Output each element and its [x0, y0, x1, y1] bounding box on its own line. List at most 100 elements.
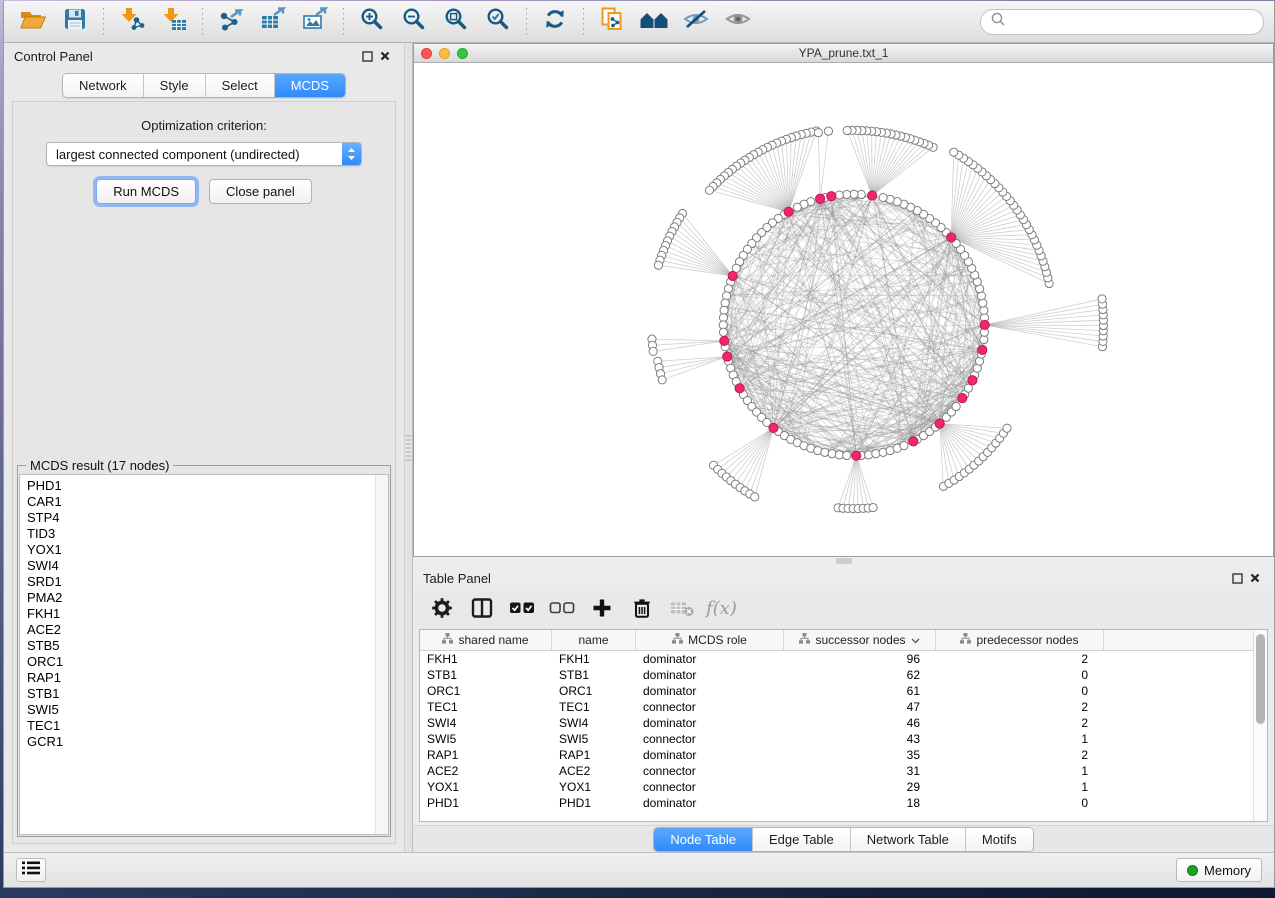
network-window-titlebar: YPA_prune.txt_1 [414, 44, 1273, 63]
open-session-button[interactable] [14, 6, 52, 38]
zoom-fit-button[interactable] [437, 6, 475, 38]
optimization-criterion-select[interactable]: largest connected component (undirected) [46, 142, 362, 166]
close-panel-button[interactable]: Close panel [209, 179, 312, 204]
mcds-result-item[interactable]: RAP1 [27, 670, 375, 686]
delete-table-icon [670, 599, 694, 622]
close-table-panel-icon[interactable] [1246, 570, 1264, 586]
control-panel: Control Panel NetworkStyleSelectMCDS Opt… [4, 43, 404, 852]
status-bar: Memory [4, 852, 1274, 887]
table-row[interactable]: ACE2ACE2connector311 [420, 763, 1253, 779]
table-cell: YOX1 [552, 780, 636, 794]
open-session-icon [20, 8, 46, 35]
table-row[interactable]: STB1STB1dominator620 [420, 667, 1253, 683]
column-header-predecessor-nodes[interactable]: predecessor nodes [936, 630, 1104, 650]
hide-selected-button[interactable] [677, 6, 715, 38]
tab-mcds[interactable]: MCDS [275, 74, 345, 97]
table-settings-button[interactable] [425, 595, 459, 625]
export-network-icon [218, 7, 244, 36]
float-table-panel-icon[interactable] [1228, 570, 1246, 586]
memory-button[interactable]: Memory [1176, 858, 1262, 882]
table-row[interactable]: FKH1FKH1dominator962 [420, 651, 1253, 667]
export-image-button[interactable] [296, 6, 334, 38]
export-network-button[interactable] [212, 6, 250, 38]
export-table-button[interactable] [254, 6, 292, 38]
tab-style[interactable]: Style [144, 74, 206, 97]
toolbar-separator [103, 8, 104, 36]
mcds-result-item[interactable]: ACE2 [27, 622, 375, 638]
save-session-button[interactable] [56, 6, 94, 38]
column-header-shared-name[interactable]: shared name [420, 630, 552, 650]
table-row[interactable]: ORC1ORC1dominator610 [420, 683, 1253, 699]
import-table-button[interactable] [155, 6, 193, 38]
first-neighbors-icon [640, 8, 668, 35]
table-body: FKH1FKH1dominator962STB1STB1dominator620… [420, 651, 1253, 821]
mcds-result-item[interactable]: SRD1 [27, 574, 375, 590]
mcds-result-item[interactable]: YOX1 [27, 542, 375, 558]
table-cell: 31 [784, 764, 936, 778]
tab-network[interactable]: Network [63, 74, 144, 97]
mcds-result-item[interactable]: PMA2 [27, 590, 375, 606]
table-scrollbar[interactable] [1253, 630, 1267, 821]
mcds-result-item[interactable]: ORC1 [27, 654, 375, 670]
column-header-MCDS-role[interactable]: MCDS role [636, 630, 784, 650]
table-row[interactable]: SWI5SWI5connector431 [420, 731, 1253, 747]
mcds-result-item[interactable]: GCR1 [27, 734, 375, 750]
close-panel-icon[interactable] [376, 48, 394, 64]
toolbar-separator [202, 8, 203, 36]
tab-motifs[interactable]: Motifs [966, 828, 1033, 851]
mcds-result-item[interactable]: STB5 [27, 638, 375, 654]
deselect-all-button[interactable] [545, 595, 579, 625]
table-cell: STB1 [552, 668, 636, 682]
search-input[interactable] [1011, 14, 1253, 29]
table-scrollbar-thumb[interactable] [1256, 634, 1265, 724]
refresh-button[interactable] [536, 6, 574, 38]
mcds-result-item[interactable]: STB1 [27, 686, 375, 702]
horizontal-splitter-grip[interactable] [836, 558, 852, 564]
select-all-button[interactable] [505, 595, 539, 625]
table-row[interactable]: SWI4SWI4dominator462 [420, 715, 1253, 731]
tab-node-table[interactable]: Node Table [654, 828, 753, 851]
mcds-result-item[interactable]: TEC1 [27, 718, 375, 734]
table-row[interactable]: PHD1PHD1dominator180 [420, 795, 1253, 811]
run-mcds-button[interactable]: Run MCDS [96, 179, 196, 204]
vertical-splitter-grip[interactable] [406, 435, 411, 461]
toggle-columns-button[interactable] [465, 595, 499, 625]
mcds-result-item[interactable]: PHD1 [27, 478, 375, 494]
table-row[interactable]: TEC1TEC1connector472 [420, 699, 1253, 715]
delete-row-button[interactable] [625, 595, 659, 625]
toolbar-separator [526, 8, 527, 36]
mcds-result-item[interactable]: CAR1 [27, 494, 375, 510]
tab-select[interactable]: Select [206, 74, 275, 97]
table-row[interactable]: YOX1YOX1connector291 [420, 779, 1253, 795]
table-cell: PHD1 [552, 796, 636, 810]
tab-edge-table[interactable]: Edge Table [753, 828, 851, 851]
table-row[interactable]: RAP1RAP1dominator352 [420, 747, 1253, 763]
zoom-in-button[interactable] [353, 6, 391, 38]
column-header-successor-nodes[interactable]: successor nodes [784, 630, 936, 650]
new-network-from-selection-button[interactable] [593, 6, 631, 38]
task-history-button[interactable] [16, 858, 46, 882]
mcds-result-item[interactable]: TID3 [27, 526, 375, 542]
table-cell: connector [636, 732, 784, 746]
mcds-result-item[interactable]: SWI5 [27, 702, 375, 718]
network-canvas[interactable] [414, 63, 1273, 556]
horizontal-splitter[interactable] [413, 557, 1274, 565]
search-box[interactable] [980, 9, 1264, 35]
table-cell: 2 [936, 748, 1104, 762]
column-header-name[interactable]: name [552, 630, 636, 650]
vertical-splitter[interactable] [404, 43, 413, 852]
zoom-out-button[interactable] [395, 6, 433, 38]
mcds-result-item[interactable]: FKH1 [27, 606, 375, 622]
mcds-result-item[interactable]: SWI4 [27, 558, 375, 574]
zoom-selected-button[interactable] [479, 6, 517, 38]
show-all-button[interactable] [719, 6, 757, 38]
tab-network-table[interactable]: Network Table [851, 828, 966, 851]
mcds-list-scrollbar[interactable] [375, 475, 388, 834]
table-cell: YOX1 [420, 780, 552, 794]
add-row-button[interactable] [585, 595, 619, 625]
first-neighbors-button[interactable] [635, 6, 673, 38]
mcds-result-item[interactable]: STP4 [27, 510, 375, 526]
float-panel-icon[interactable] [358, 48, 376, 64]
table-cell: FKH1 [552, 652, 636, 666]
import-network-button[interactable] [113, 6, 151, 38]
